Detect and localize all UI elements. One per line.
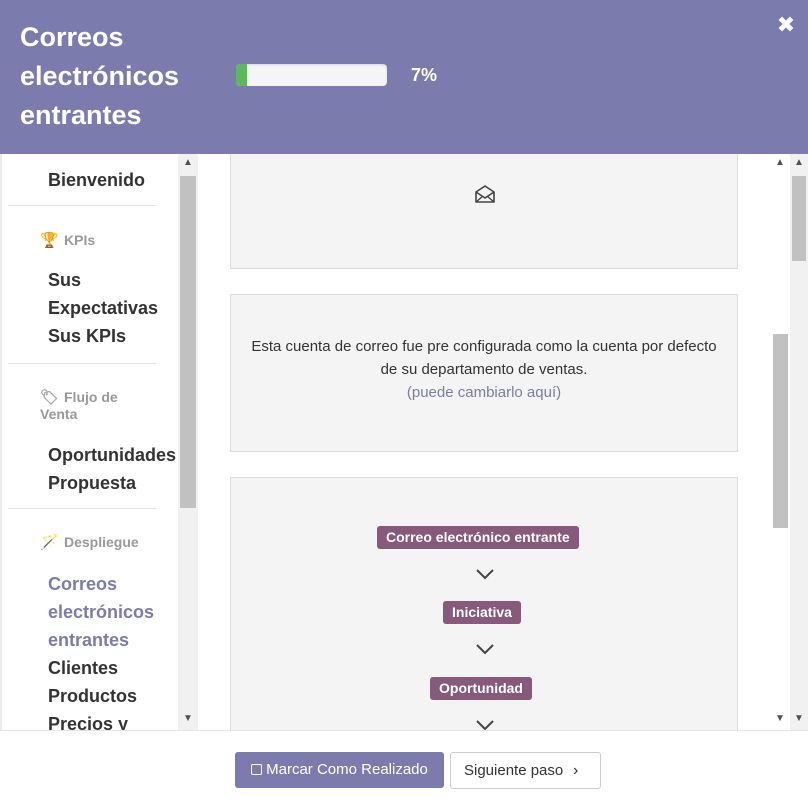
chevron-right-icon: › [573, 762, 579, 779]
main-scrollbar[interactable]: ▲ ▼ [770, 154, 790, 730]
next-step-button[interactable]: Siguiente paso › [450, 752, 601, 789]
dialog-footer: Marcar Como Realizado Siguiente paso › [0, 730, 808, 804]
section-title: Despliegue [64, 534, 139, 550]
sidebar-item-incoming-emails[interactable]: Correos electrónicos entrantes [48, 570, 168, 654]
sidebar-section-kpis: 🏆 KPIs [40, 232, 95, 249]
dialog-header: Correos electrónicos entrantes 7% ✖ [0, 0, 808, 154]
trophy-icon: 🏆 [40, 232, 59, 249]
sidebar-item-kpis[interactable]: Sus KPIs [48, 322, 126, 350]
onboarding-dialog: Correos electrónicos entrantes 7% ✖ Bien… [0, 0, 808, 804]
mark-done-label: Marcar Como Realizado [266, 761, 428, 778]
scroll-down-arrow[interactable]: ▼ [178, 710, 198, 728]
magic-wand-icon: 🪄 [40, 534, 59, 551]
scroll-up-arrow[interactable]: ▲ [770, 154, 790, 172]
main-content: Esta cuenta de correo fue pre configurad… [198, 154, 770, 730]
sidebar-item-expectations[interactable]: Sus Expectativas [48, 266, 158, 322]
icon-panel [230, 154, 738, 269]
scroll-down-arrow[interactable]: ▼ [770, 710, 790, 728]
sidebar-section-deployment: 🪄 Despliegue [40, 534, 139, 551]
scroll-up-arrow[interactable]: ▲ [178, 154, 198, 172]
flow-panel: Correo electrónico entrante Iniciativa O… [230, 477, 738, 730]
info-text: Esta cuenta de correo fue pre configurad… [251, 335, 717, 404]
sidebar-item-pricing[interactable]: Precios y [48, 710, 128, 730]
change-link[interactable]: (puede cambiarlo aquí) [407, 384, 561, 401]
sidebar-item-welcome[interactable]: Bienvenido [48, 166, 145, 194]
sidebar-section-sales-flow: 🏷 Flujo de Venta [40, 389, 150, 422]
divider [8, 508, 156, 509]
info-panel: Esta cuenta de correo fue pre configurad… [230, 294, 738, 452]
page-scrollbar[interactable]: ▲ ▼ [790, 154, 808, 730]
mark-done-button[interactable]: Marcar Como Realizado [235, 752, 444, 788]
description-text: Esta cuenta de correo fue pre configurad… [251, 338, 717, 378]
page-title: Correos electrónicos entrantes [20, 22, 180, 130]
progress-bar [236, 64, 387, 86]
chevron-down-icon [476, 720, 494, 730]
progress-label: 7% [411, 65, 438, 85]
scroll-thumb[interactable] [773, 334, 788, 528]
flow-step-lead: Iniciativa [443, 601, 521, 624]
chevron-down-icon [476, 644, 494, 655]
flow-step-incoming-email: Correo electrónico entrante [377, 526, 579, 549]
sidebar-scrollbar[interactable]: ▲ ▼ [178, 154, 198, 730]
chevron-down-icon [476, 569, 494, 580]
scroll-thumb[interactable] [180, 176, 196, 508]
sidebar-item-label: Sus Expectativas [48, 270, 159, 318]
divider [8, 363, 156, 364]
sidebar-item-customers[interactable]: Clientes [48, 654, 118, 682]
envelope-open-icon [475, 185, 495, 203]
sidebar-item-proposal[interactable]: Propuesta [48, 469, 136, 497]
progress-fill [236, 64, 247, 86]
section-title: KPIs [64, 232, 96, 248]
next-step-label: Siguiente paso [464, 762, 564, 779]
sidebar: Bienvenido 🏆 KPIs Sus Expectativas Sus KP… [0, 154, 198, 730]
flow-step-opportunity: Oportunidad [430, 677, 532, 700]
divider [8, 205, 156, 206]
scroll-thumb[interactable] [792, 176, 806, 261]
tag-icon: 🏷 [40, 389, 60, 406]
sidebar-item-products[interactable]: Productos [48, 682, 137, 710]
checkbox-icon [251, 764, 263, 775]
close-icon[interactable]: ✖ [776, 14, 796, 36]
scroll-down-arrow[interactable]: ▼ [790, 710, 808, 728]
sidebar-item-opportunities[interactable]: Oportunidades [48, 441, 176, 469]
scroll-up-arrow[interactable]: ▲ [790, 154, 808, 172]
